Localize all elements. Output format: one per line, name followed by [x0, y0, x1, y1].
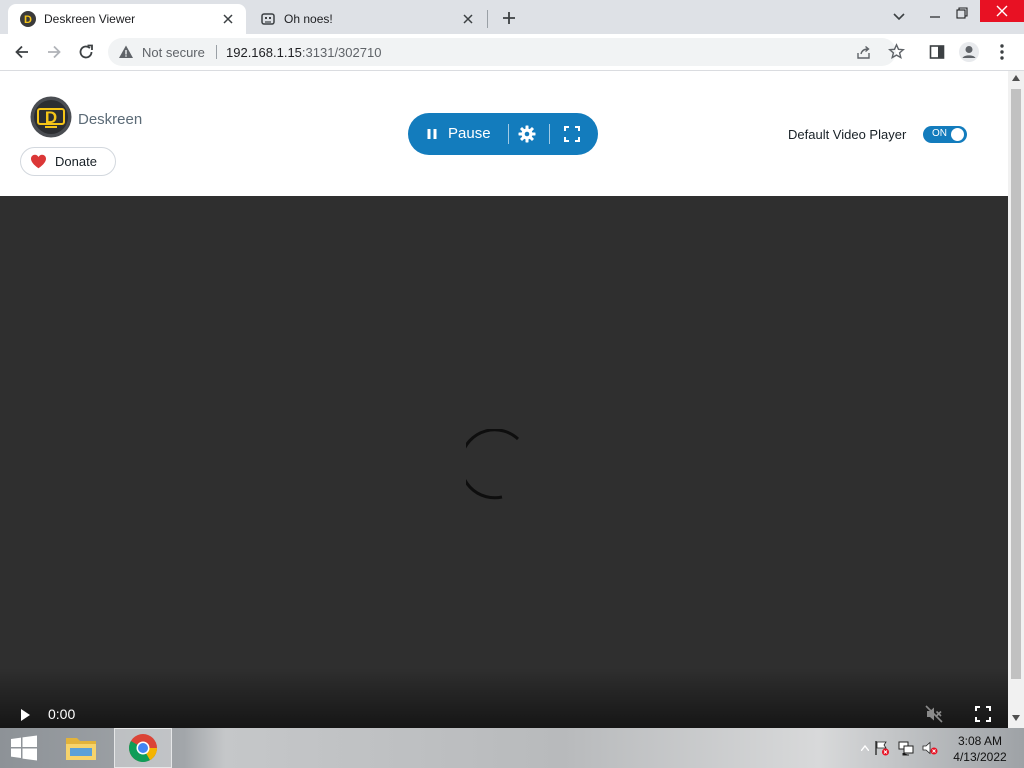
pause-label: Pause	[448, 125, 491, 142]
system-clock[interactable]: 3:08 AM 4/13/2022	[950, 733, 1010, 765]
video-fullscreen-button[interactable]	[974, 705, 992, 723]
pause-button[interactable]: Pause	[422, 113, 518, 155]
donate-button[interactable]: Donate	[20, 147, 116, 176]
play-button[interactable]	[16, 706, 34, 724]
gear-icon	[518, 125, 536, 143]
arrow-left-icon	[15, 45, 28, 59]
fullscreen-button[interactable]	[564, 126, 580, 142]
menu-button[interactable]	[990, 40, 1014, 64]
reload-icon	[79, 44, 93, 59]
folder-icon	[66, 738, 96, 760]
close-icon	[996, 5, 1008, 17]
chevron-up-icon	[861, 745, 869, 751]
toggle-knob	[951, 128, 964, 141]
restore-icon	[956, 7, 968, 19]
forward-button[interactable]	[42, 40, 66, 64]
scroll-thumb[interactable]	[1011, 89, 1021, 679]
fullscreen-icon	[564, 126, 580, 142]
address-bar[interactable]: Not secure 192.168.1.15:3131/302710	[108, 38, 905, 66]
star-icon[interactable]	[888, 43, 905, 60]
video-controls-gradient	[0, 668, 1008, 728]
default-video-player-label: Default Video Player	[788, 127, 907, 142]
restore-button[interactable]	[952, 3, 972, 21]
flag-error-icon	[875, 741, 889, 756]
security-label: Not secure	[142, 45, 205, 60]
control-divider	[508, 124, 509, 144]
start-button[interactable]	[0, 728, 48, 768]
minimize-button[interactable]	[925, 8, 945, 26]
side-panel-icon	[929, 45, 945, 59]
scroll-up-icon[interactable]	[1012, 75, 1020, 81]
tab-divider	[487, 10, 488, 28]
heart-icon	[30, 154, 47, 169]
svg-text:D: D	[45, 108, 57, 127]
tab-search-button[interactable]	[890, 9, 908, 25]
tab-title: Deskreen Viewer	[44, 12, 136, 26]
browser-toolbar: Not secure 192.168.1.15:3131/302710	[0, 34, 1024, 71]
deskreen-logo-icon: D	[30, 96, 72, 138]
settings-button[interactable]	[518, 125, 536, 143]
donate-label: Donate	[55, 154, 97, 169]
avatar-icon	[959, 42, 979, 62]
brand-name: Deskreen	[78, 111, 143, 128]
share-icon[interactable]	[856, 44, 872, 60]
tab-title: Oh noes!	[284, 12, 333, 26]
clock-date: 4/13/2022	[953, 750, 1007, 764]
arrow-right-icon	[48, 45, 61, 59]
video-time: 0:00	[48, 706, 76, 722]
loading-spinner-icon	[466, 429, 538, 501]
fullscreen-icon	[975, 706, 991, 722]
windows-taskbar: 3:08 AM 4/13/2022	[0, 728, 1024, 768]
new-tab-button[interactable]	[499, 8, 519, 28]
show-hidden-icons-button[interactable]	[858, 728, 872, 768]
address-divider	[216, 45, 217, 59]
chrome-taskbar-button[interactable]	[114, 728, 172, 768]
url-host: 192.168.1.15	[226, 45, 302, 60]
volume-tray-icon[interactable]	[921, 728, 939, 768]
broken-robot-favicon-icon	[260, 11, 276, 27]
close-tab-icon[interactable]	[460, 11, 476, 27]
tab-oh-noes[interactable]: Oh noes!	[248, 4, 486, 34]
tab-deskreen-viewer[interactable]: D Deskreen Viewer	[8, 4, 246, 34]
minimize-icon	[930, 16, 940, 18]
pause-icon	[426, 128, 438, 140]
svg-text:D: D	[24, 14, 32, 26]
mute-button[interactable]	[924, 704, 944, 724]
windows-logo-icon	[11, 735, 37, 761]
close-tab-icon[interactable]	[220, 11, 236, 27]
scroll-down-icon[interactable]	[1012, 715, 1020, 721]
side-panel-button[interactable]	[925, 40, 949, 64]
play-icon	[21, 709, 30, 721]
action-center-tray-icon[interactable]	[873, 728, 891, 768]
clock-time: 3:08 AM	[957, 734, 1003, 748]
speaker-muted-icon	[925, 705, 943, 723]
speaker-muted-icon	[922, 741, 938, 755]
chrome-icon	[129, 734, 157, 762]
kebab-menu-icon	[1000, 44, 1004, 60]
url-path: :3131/302710	[301, 45, 382, 60]
page-scrollbar[interactable]	[1008, 71, 1024, 728]
toggle-label: ON	[932, 128, 947, 139]
player-controls: Pause	[408, 113, 598, 155]
deskreen-favicon-icon: D	[20, 11, 36, 27]
video-player[interactable]: 0:00	[0, 196, 1008, 728]
chevron-down-icon	[893, 13, 905, 21]
tab-strip: D Deskreen Viewer Oh noes!	[0, 0, 1024, 34]
network-tray-icon[interactable]	[897, 728, 915, 768]
plus-icon	[503, 12, 515, 24]
warning-icon[interactable]	[118, 44, 134, 60]
default-video-player-toggle[interactable]: ON	[923, 126, 967, 143]
profile-button[interactable]	[957, 40, 981, 64]
control-divider	[549, 124, 550, 144]
reload-button[interactable]	[74, 40, 98, 64]
url-text: 192.168.1.15:3131/302710	[226, 45, 381, 60]
close-window-button[interactable]	[980, 0, 1024, 22]
file-explorer-taskbar-button[interactable]	[58, 728, 104, 768]
network-icon	[898, 741, 914, 756]
back-button[interactable]	[10, 40, 34, 64]
